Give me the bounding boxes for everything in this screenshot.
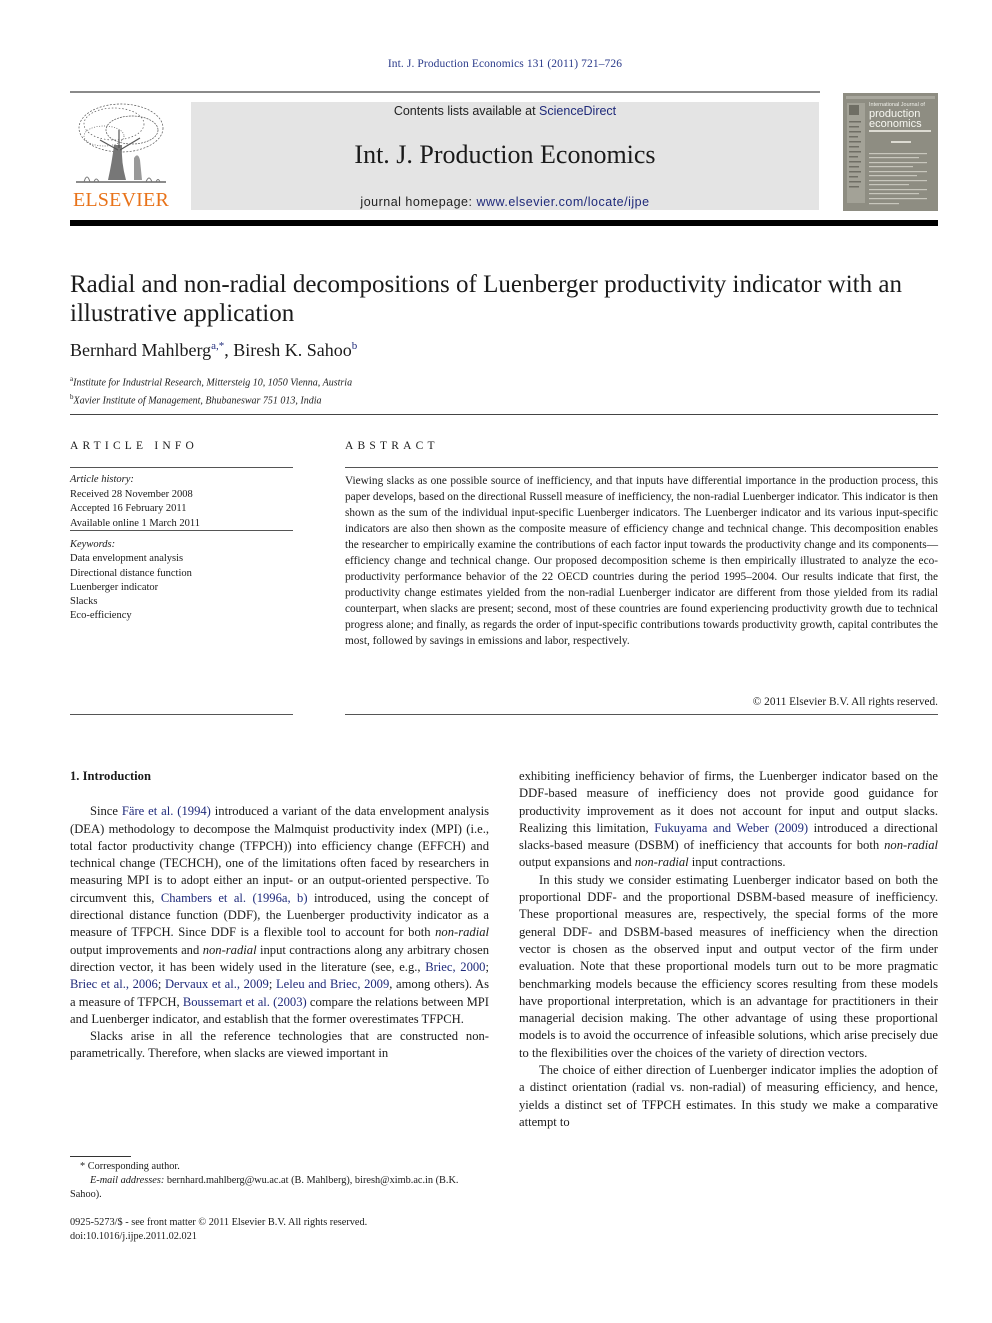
citation-link[interactable]: Briec, 2000 [425,960,485,974]
keyword-item: Slacks [70,596,98,608]
elsevier-wordmark: ELSEVIER [72,189,170,211]
citation-link[interactable]: Boussemart et al. (2003) [183,995,307,1009]
keyword-item: Luenberger indicator [70,581,159,593]
citation-link[interactable]: Dervaux et al., 2009 [165,977,269,991]
keywords-label: Keywords: [70,539,116,550]
text-run: ; [157,977,165,992]
affiliation-item: bXavier Institute of Management, Bhubane… [70,393,322,407]
abstract-rule [345,714,938,715]
author-affiliation-mark[interactable]: a,* [211,340,224,352]
article-info-rule [70,530,293,531]
doi-link[interactable]: doi:10.1016/j.ijpe.2011.02.021 [70,1230,490,1244]
title-rule [70,414,938,415]
author-name[interactable]: Biresh K. Sahoo [233,340,352,360]
author-affiliation-mark[interactable]: b [352,340,358,352]
elsevier-tree-icon [74,100,168,188]
abstract-copyright: © 2011 Elsevier B.V. All rights reserved… [752,696,938,708]
keywords: Keywords: Data envelopment analysis Dire… [70,538,293,624]
affiliations: aInstitute for Industrial Research, Mitt… [70,372,352,409]
text-run: introduced a variant of the data envelop… [70,804,489,905]
online-date: Available online 1 March 2011 [70,517,201,529]
footnote-rule [70,1156,131,1157]
text-run: output expansions and [519,855,635,870]
homepage-prefix: journal homepage: [360,195,477,209]
svg-text:economics: economics [869,118,922,130]
journal-reference[interactable]: Int. J. Production Economics 131 (2011) … [0,58,992,70]
emphasis-text: non-radial [202,942,257,957]
emphasis-text: non-radial [435,925,489,940]
keyword-item: Eco-efficiency [70,610,132,622]
keyword-item: Directional distance function [70,567,192,579]
received-date: Received 28 November 2008 [70,488,193,500]
text-run: Since [90,804,122,819]
article-info-rule [70,467,293,468]
citation-link[interactable]: Briec et al., 2006 [70,977,158,991]
article-info-heading: ARTICLE INFO [70,440,198,452]
footnotes: * Corresponding author. E-mail addresses… [70,1160,490,1202]
paragraph: The choice of either direction of Luenbe… [519,1063,938,1129]
citation-link[interactable]: Chambers et al. (1996a, b) [161,891,308,905]
citation-link[interactable]: Färe et al. (1994) [122,804,211,818]
body-column-right: exhibiting inefficiency behavior of firm… [519,768,938,1131]
emphasis-text: non-radial [884,838,938,853]
contents-prefix: Contents lists available at [393,104,540,118]
issn-line: 0925-5273/$ - see front matter © 2011 El… [70,1217,368,1228]
header-rule [70,91,820,93]
front-matter: 0925-5273/$ - see front matter © 2011 El… [70,1216,490,1244]
text-run: output improvements and [70,942,203,957]
article-history: Article history: Received 28 November 20… [70,473,293,531]
journal-cover-thumbnail[interactable]: International Journal of production econ… [843,93,938,211]
keyword-item: Data envelopment analysis [70,553,184,565]
journal-title: Int. J. Production Economics [354,140,656,169]
homepage-line: journal homepage: www.elsevier.com/locat… [191,195,819,209]
text-run: input contractions. [688,855,786,870]
corresponding-author-note: * Corresponding author. [80,1161,180,1172]
paragraph: exhibiting inefficiency behavior of firm… [519,768,938,872]
text-run: ; [485,959,489,974]
paragraph: Slacks arise in all the reference techno… [70,1029,489,1061]
text-run: ; [268,977,276,992]
author-list: Bernhard Mahlberga,*, Biresh K. Sahoob [70,340,358,360]
abstract-text: Viewing slacks as one possible source of… [345,475,938,647]
journal-cover-icon: International Journal of production econ… [843,93,938,211]
body-column-left: 1. Introduction Since Färe et al. (1994)… [70,768,489,1063]
paper-title: Radial and non-radial decompositions of … [70,271,902,327]
author-name[interactable]: Bernhard Mahlberg [70,340,211,360]
accepted-date: Accepted 16 February 2011 [70,503,187,514]
affiliation-item: aInstitute for Industrial Research, Mitt… [70,375,353,389]
paragraph: Since Färe et al. (1994) introduced a va… [70,803,489,1028]
paragraph: In this study we consider estimating Lue… [519,872,938,1060]
header-thick-rule [70,220,938,226]
abstract-rule [345,467,938,468]
citation-link[interactable]: Fukuyama and Weber (2009) [654,821,808,835]
history-label: Article history: [70,474,134,485]
citation-link[interactable]: Leleu and Briec, 2009 [276,977,389,991]
email-note: E-mail addresses: bernhard.mahlberg@wu.a… [70,1175,459,1200]
contents-line: Contents lists available at ScienceDirec… [191,104,819,118]
elsevier-logo[interactable]: ELSEVIER [70,100,172,212]
abstract-heading: ABSTRACT [345,440,439,452]
sciencedirect-link[interactable]: ScienceDirect [539,104,616,118]
emphasis-text: non-radial [634,855,689,870]
section-heading: 1. Introduction [70,769,151,783]
journal-homepage-link[interactable]: www.elsevier.com/locate/ijpe [476,195,649,209]
article-info-rule [70,714,293,715]
